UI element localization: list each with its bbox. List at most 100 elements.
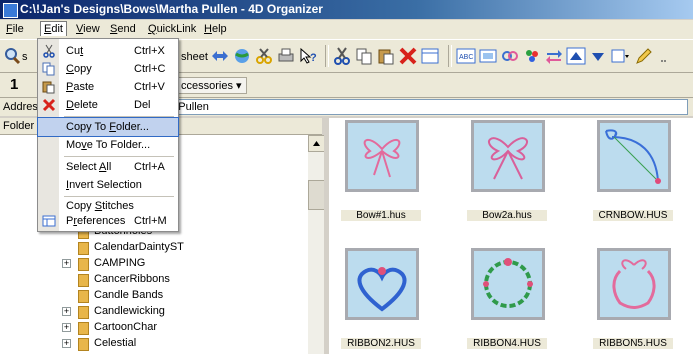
scroll-up-arrow-icon[interactable]: [308, 135, 325, 152]
pink-ribbon-frame-icon: [597, 248, 671, 320]
corner-bow-icon: [597, 120, 671, 192]
menu-edit[interactable]: Edit: [40, 21, 67, 36]
expand-plus-icon[interactable]: +: [62, 339, 71, 348]
search-icon[interactable]: [2, 46, 22, 66]
thumbnail-caption: Bow2a.hus: [467, 210, 547, 221]
worksheet-button[interactable]: sheet: [181, 51, 208, 63]
menu-item-copy[interactable]: Copy Ctrl+C: [38, 60, 178, 78]
folder-icon: [78, 338, 89, 351]
menu-item-select-all[interactable]: Select All Ctrl+A: [38, 158, 178, 176]
copy-icon: [42, 62, 56, 76]
tree-item[interactable]: Candle Bands: [0, 287, 300, 304]
tree-item[interactable]: CancerRibbons: [0, 271, 300, 288]
menu-item-preferences[interactable]: Preferences Ctrl+M: [38, 212, 178, 230]
expand-plus-icon[interactable]: +: [62, 307, 71, 316]
menu-bar: File Edit View Send QuickLink Help: [0, 20, 693, 40]
globe-icon[interactable]: [232, 46, 252, 66]
shortcut-label: Del: [134, 99, 151, 111]
design-thumbnail[interactable]: Bow#1.hus: [341, 120, 421, 221]
view-grid-icon[interactable]: [420, 46, 440, 66]
move-up-icon[interactable]: [566, 46, 586, 66]
pink-bow-icon: [345, 120, 419, 192]
toolbar-separator: [448, 45, 452, 67]
design-thumbnail[interactable]: Bow2a.hus: [467, 120, 547, 221]
expand-plus-icon[interactable]: +: [62, 323, 71, 332]
help-icon[interactable]: ?: [298, 46, 318, 66]
menu-item-invert-selection[interactable]: Invert Selection: [38, 176, 178, 194]
menu-item-paste[interactable]: Paste Ctrl+V: [38, 78, 178, 96]
delete-icon[interactable]: [398, 46, 418, 66]
menu-item-cut[interactable]: Cut Ctrl+X: [38, 42, 178, 60]
transfer-arrows-icon[interactable]: [544, 46, 564, 66]
link-icon[interactable]: [500, 46, 520, 66]
folder-icon: [78, 290, 89, 303]
stitch-count-icon[interactable]: [478, 46, 498, 66]
svg-text:?: ?: [310, 52, 317, 64]
menu-file[interactable]: File: [6, 23, 24, 35]
address-field[interactable]: Martha Pullen: [96, 99, 688, 115]
toolbar-partial-char: s: [22, 51, 28, 63]
address-label: Addres: [3, 101, 38, 113]
menu-item-move-to-folder[interactable]: Move To Folder...: [38, 136, 178, 154]
tree-item[interactable]: CalendarDaintyST: [0, 239, 300, 256]
delete-x-icon: [42, 98, 56, 112]
menu-item-copy-to-folder[interactable]: Copy To Folder...: [37, 117, 179, 137]
design-thumbnail[interactable]: RIBBON4.HUS: [467, 248, 547, 349]
app-icon: [3, 3, 18, 18]
move-down-icon[interactable]: [588, 46, 608, 66]
design-thumbnail[interactable]: RIBBON2.HUS: [341, 248, 421, 349]
grip-icon: [656, 46, 676, 66]
color-palette-icon[interactable]: [522, 46, 542, 66]
stitch-scissors-icon[interactable]: [254, 46, 274, 66]
shortcut-label: Ctrl+M: [134, 215, 167, 227]
edit-menu: Cut Ctrl+X Copy Ctrl+C Paste Ctrl+V Dele…: [37, 38, 179, 232]
tree-scrollbar[interactable]: [308, 135, 325, 354]
shortcut-label: Ctrl+V: [134, 81, 165, 93]
thumbnail-caption: Bow#1.hus: [341, 210, 421, 221]
shortcut-label: Ctrl+C: [134, 63, 166, 75]
views-dropdown-icon[interactable]: [610, 46, 630, 66]
wreath-ribbon-icon: [471, 248, 545, 320]
design-thumbnail[interactable]: CRNBOW.HUS: [593, 120, 673, 221]
folder-icon: [78, 258, 89, 271]
menu-help[interactable]: Help: [204, 23, 227, 35]
menu-send[interactable]: Send: [110, 23, 136, 35]
title-bar: C:\!Jan's Designs\Bows\Martha Pullen - 4…: [0, 0, 693, 19]
tree-item[interactable]: + Candlewicking: [0, 303, 300, 320]
menu-separator: [64, 116, 174, 117]
accessories-dropdown-label: ccessories: [181, 80, 233, 92]
menu-view[interactable]: View: [76, 23, 100, 35]
paste-icon: [42, 80, 56, 94]
abc-text-icon[interactable]: ABC: [456, 46, 476, 66]
menu-separator: [64, 156, 174, 157]
heart-ribbon-icon: [345, 248, 419, 320]
shortcut-label: Ctrl+X: [134, 45, 165, 57]
chevron-down-icon: ▾: [236, 80, 242, 92]
thumbnail-caption: RIBBON2.HUS: [341, 338, 421, 349]
folder-icon: [78, 322, 89, 335]
expand-plus-icon[interactable]: +: [62, 259, 71, 268]
tree-item[interactable]: + CartoonChar: [0, 319, 300, 336]
accessories-dropdown[interactable]: ccessories ▾: [178, 77, 247, 94]
menu-quicklink[interactable]: QuickLink: [148, 23, 196, 35]
tree-item[interactable]: + Celestial: [0, 335, 300, 352]
svg-text:ABC: ABC: [459, 54, 473, 61]
folders-label: Folder: [3, 120, 35, 132]
pencil-icon[interactable]: [634, 46, 654, 66]
window-title: C:\!Jan's Designs\Bows\Martha Pullen - 4…: [20, 2, 323, 16]
design-thumbnail[interactable]: RIBBON5.HUS: [593, 248, 673, 349]
tree-item[interactable]: + CAMPING: [0, 255, 300, 272]
preferences-icon: [42, 214, 56, 228]
design-viewer[interactable]: Bow#1.hus Bow2a.hus CRNBOW.HUS RIBBON2.H…: [329, 118, 693, 354]
menu-item-delete[interactable]: Delete Del: [38, 96, 178, 114]
copy-icon[interactable]: [354, 46, 374, 66]
thumbnail-caption: RIBBON4.HUS: [467, 338, 547, 349]
pink-bow-icon: [471, 120, 545, 192]
scroll-thumb[interactable]: [308, 180, 325, 210]
paste-icon[interactable]: [376, 46, 396, 66]
folder-icon: [78, 242, 89, 255]
print-icon[interactable]: [276, 46, 296, 66]
cut-icon[interactable]: [332, 46, 352, 66]
shortcut-label: Ctrl+A: [134, 161, 165, 173]
swap-arrows-icon[interactable]: [210, 46, 230, 66]
